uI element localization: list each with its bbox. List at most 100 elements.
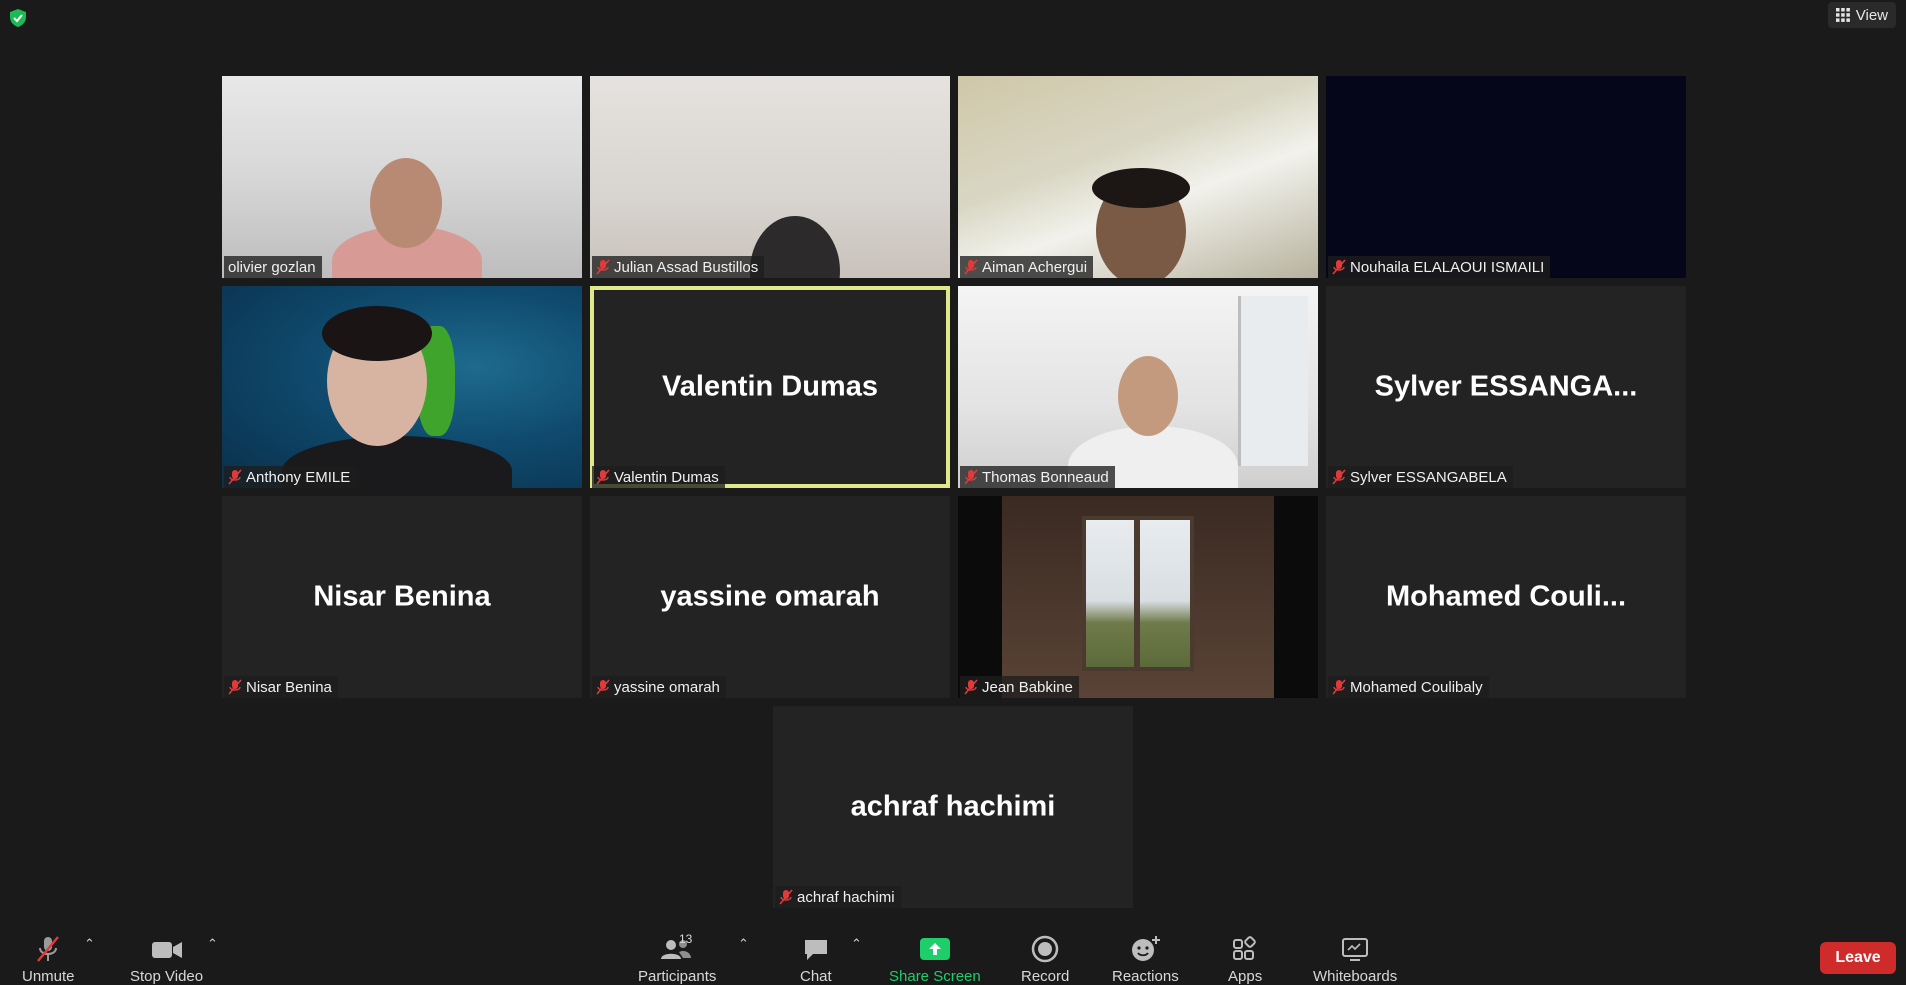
unmute-button[interactable]: Unmute xyxy=(22,934,75,985)
apps-icon xyxy=(1233,936,1256,960)
video-tile-olivier[interactable]: olivier gozlan xyxy=(222,76,582,278)
leave-button[interactable]: Leave xyxy=(1820,942,1896,974)
name-label: olivier gozlan xyxy=(224,256,322,278)
mic-muted-icon xyxy=(1332,259,1346,275)
name-label: Jean Babkine xyxy=(960,676,1079,698)
video-tile-achraf[interactable]: achraf hachimi achraf hachimi xyxy=(773,706,1133,908)
name-text: Julian Assad Bustillos xyxy=(614,258,759,276)
video-options-caret[interactable]: ⌃ xyxy=(207,936,218,952)
video-tile-sylver[interactable]: Sylver ESSANGA... Sylver ESSANGABELA xyxy=(1326,286,1686,488)
video-tile-jean[interactable]: Jean Babkine xyxy=(958,496,1318,698)
mic-muted-icon xyxy=(964,679,978,695)
share-screen-button[interactable]: Share Screen xyxy=(889,934,981,985)
meeting-window: View olivier gozlan Julian Assad Bustill… xyxy=(0,0,1906,985)
reactions-label: Reactions xyxy=(1112,968,1179,985)
mic-muted-icon xyxy=(964,259,978,275)
display-name: Mohamed Couli... xyxy=(1385,580,1627,613)
participant-video-head xyxy=(1118,356,1178,436)
mic-muted-icon xyxy=(596,469,610,485)
chat-bubble-icon xyxy=(804,940,827,960)
display-name: yassine omarah xyxy=(660,580,880,613)
name-label: Thomas Bonneaud xyxy=(960,466,1115,488)
participant-video-hair xyxy=(322,306,432,361)
participant-video-head xyxy=(370,158,442,248)
name-text: Anthony EMILE xyxy=(246,468,351,486)
window-frame xyxy=(1134,516,1140,671)
apps-label: Apps xyxy=(1228,968,1263,985)
reactions-button[interactable]: Reactions xyxy=(1112,934,1179,985)
participants-label: Participants xyxy=(638,968,717,985)
whiteboard-icon xyxy=(1342,938,1369,961)
name-text: Mohamed Coulibaly xyxy=(1350,678,1483,696)
name-label: Nisar Benina xyxy=(224,676,338,698)
background-window xyxy=(1238,296,1308,466)
name-text: Nisar Benina xyxy=(246,678,332,696)
apps-button[interactable]: Apps xyxy=(1228,934,1262,985)
grid-view-icon xyxy=(1835,8,1850,22)
name-label: Sylver ESSANGABELA xyxy=(1328,466,1513,488)
name-label: Valentin Dumas xyxy=(592,466,725,488)
participant-video xyxy=(1002,496,1274,698)
display-name: Nisar Benina xyxy=(313,580,491,613)
video-tile-yassine[interactable]: yassine omarah yassine omarah xyxy=(590,496,950,698)
participants-count: 13 xyxy=(679,932,693,946)
view-button[interactable]: View xyxy=(1827,2,1896,28)
meeting-toolbar: Unmute ⌃ Stop Video ⌃ 13 Participants ⌃ … xyxy=(0,928,1906,985)
mic-muted-icon xyxy=(228,679,242,695)
mic-muted-icon xyxy=(964,469,978,485)
display-name: Valentin Dumas xyxy=(662,370,878,403)
name-text: Nouhaila ELALAOUI ISMAILI xyxy=(1350,258,1545,276)
mic-muted-icon xyxy=(228,469,242,485)
chat-options-caret[interactable]: ⌃ xyxy=(851,936,862,952)
name-label: Nouhaila ELALAOUI ISMAILI xyxy=(1328,256,1551,278)
record-icon xyxy=(1031,935,1059,963)
video-tile-mohamed[interactable]: Mohamed Couli... Mohamed Coulibaly xyxy=(1326,496,1686,698)
mic-muted-icon xyxy=(1332,679,1346,695)
name-label: yassine omarah xyxy=(592,676,726,698)
record-button[interactable]: Record xyxy=(1021,934,1069,985)
name-text: yassine omarah xyxy=(614,678,720,696)
name-label: Julian Assad Bustillos xyxy=(592,256,765,278)
video-camera-icon xyxy=(151,942,182,958)
gallery-grid: olivier gozlan Julian Assad Bustillos Ai… xyxy=(222,76,1686,698)
unmute-label: Unmute xyxy=(22,968,75,985)
name-label: Mohamed Coulibaly xyxy=(1328,676,1489,698)
name-text: Thomas Bonneaud xyxy=(982,468,1109,486)
mic-muted-icon xyxy=(596,679,610,695)
name-text: Valentin Dumas xyxy=(614,468,719,486)
video-tile-valentin[interactable]: Valentin Dumas Valentin Dumas xyxy=(590,286,950,488)
security-shield-icon[interactable] xyxy=(8,8,28,28)
whiteboards-button[interactable]: Whiteboards xyxy=(1313,934,1397,985)
mic-muted-icon xyxy=(37,936,60,962)
name-text: olivier gozlan xyxy=(228,258,316,276)
stop-video-label: Stop Video xyxy=(130,968,204,985)
audio-options-caret[interactable]: ⌃ xyxy=(84,936,95,952)
video-tile-aiman[interactable]: Aiman Achergui xyxy=(958,76,1318,278)
video-tile-nouhaila[interactable]: Nouhaila ELALAOUI ISMAILI xyxy=(1326,76,1686,278)
stop-video-button[interactable]: Stop Video xyxy=(130,934,203,985)
video-tile-julian[interactable]: Julian Assad Bustillos xyxy=(590,76,950,278)
mic-muted-icon xyxy=(596,259,610,275)
mic-muted-icon xyxy=(779,889,793,905)
chat-button[interactable]: Chat xyxy=(800,934,832,985)
participants-button[interactable]: 13 Participants xyxy=(638,932,717,985)
video-tile-anthony[interactable]: Anthony EMILE xyxy=(222,286,582,488)
name-text: achraf hachimi xyxy=(797,888,895,906)
share-screen-label: Share Screen xyxy=(889,968,981,985)
record-label: Record xyxy=(1021,968,1070,985)
name-text: Jean Babkine xyxy=(982,678,1073,696)
video-tile-thomas[interactable]: Thomas Bonneaud xyxy=(958,286,1318,488)
participants-options-caret[interactable]: ⌃ xyxy=(738,936,749,952)
display-name: Sylver ESSANGA... xyxy=(1374,370,1638,403)
participant-video-hair xyxy=(1092,168,1190,208)
name-label: achraf hachimi xyxy=(775,886,901,908)
share-screen-icon xyxy=(919,938,950,960)
name-text: Aiman Achergui xyxy=(982,258,1088,276)
video-tile-nisar[interactable]: Nisar Benina Nisar Benina xyxy=(222,496,582,698)
name-text: Sylver ESSANGABELA xyxy=(1350,468,1507,486)
name-label: Anthony EMILE xyxy=(224,466,357,488)
chat-label: Chat xyxy=(800,968,832,985)
smiley-plus-icon xyxy=(1132,936,1161,961)
name-label: Aiman Achergui xyxy=(960,256,1094,278)
whiteboards-label: Whiteboards xyxy=(1313,968,1398,985)
